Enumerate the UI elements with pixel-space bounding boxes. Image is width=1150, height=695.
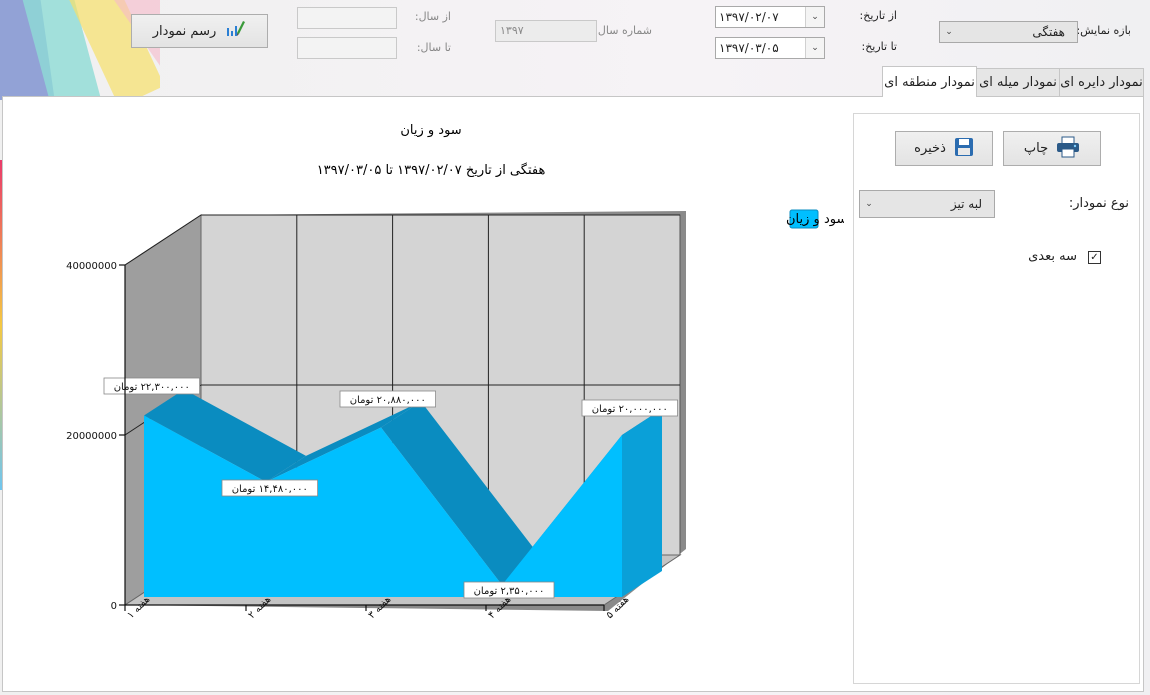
year-number-label: شماره سال: <box>594 24 652 37</box>
area-chart: سود و زیان هفتگی از تاریخ ۱۳۹۷/۰۲/۰۷ تا … <box>66 123 844 621</box>
save-button[interactable]: ذخیره <box>895 131 993 166</box>
to-year-label: تا سال: <box>416 41 451 54</box>
data-label: ۲۰,۰۰۰,۰۰۰ تومان <box>592 404 668 415</box>
tab-area-chart[interactable]: نمودار منطقه ای <box>882 66 977 97</box>
area-end-face <box>622 409 662 597</box>
y-tick-label: 20000000 <box>66 431 117 442</box>
range-label: بازه نمایش: <box>1076 24 1131 37</box>
data-label: ۲۰,۸۸۰,۰۰۰ تومان <box>350 395 426 406</box>
draw-chart-button[interactable]: رسم نمودار <box>131 14 268 48</box>
chart-settings-panel: چاپ ذخیره نوع نمودار: ⌄ لبه تیز سه بعدی … <box>853 113 1140 684</box>
data-label: ۲,۳۵۰,۰۰۰ تومان <box>474 586 545 597</box>
print-button[interactable]: چاپ <box>1003 131 1101 166</box>
to-year-input[interactable] <box>297 37 397 59</box>
chevron-down-icon: ⌄ <box>865 199 873 209</box>
range-select[interactable]: ⌄ هفتگی <box>939 21 1078 43</box>
from-year-label: از سال: <box>414 10 451 23</box>
floppy-disk-icon <box>954 137 974 161</box>
chevron-down-icon: ⌄ <box>945 27 953 37</box>
chevron-down-icon: ⌄ <box>805 38 824 58</box>
to-date-label: تا تاریخ: <box>861 40 897 53</box>
tab-bar-chart[interactable]: نمودار میله ای <box>976 68 1060 96</box>
from-date-picker[interactable]: ۱۳۹۷/۰۲/۰۷ ⌄ <box>715 6 825 28</box>
data-label: ۱۴,۴۸۰,۰۰۰ تومان <box>232 484 308 495</box>
chart-title: سود و زیان <box>400 123 461 138</box>
chart-type-select[interactable]: ⌄ لبه تیز <box>859 190 995 218</box>
y-tick-label: 0 <box>111 601 117 612</box>
year-number-input[interactable]: ۱۳۹۷ <box>495 20 597 42</box>
from-year-input[interactable] <box>297 7 397 29</box>
chart-type-label: نوع نمودار: <box>1068 196 1129 211</box>
chart-subtitle: هفتگی از تاریخ ۱۳۹۷/۰۲/۰۷ تا ۱۳۹۷/۰۳/۰۵ <box>317 162 546 178</box>
tab-pie-chart[interactable]: نمودار دایره ای <box>1059 68 1144 96</box>
from-date-label: از تاریخ: <box>859 9 897 22</box>
three-d-checkbox[interactable]: ✓ <box>1088 251 1101 264</box>
printer-icon <box>1056 136 1080 162</box>
legend: سود و زیان <box>786 209 844 229</box>
y-tick-label: 40000000 <box>66 261 117 272</box>
chevron-down-icon: ⌄ <box>805 7 824 27</box>
pencil-chart-icon <box>224 18 246 44</box>
legend-label: سود و زیان <box>786 212 844 227</box>
three-d-label: سه بعدی <box>1028 249 1077 264</box>
to-date-picker[interactable]: ۱۳۹۷/۰۳/۰۵ ⌄ <box>715 37 825 59</box>
